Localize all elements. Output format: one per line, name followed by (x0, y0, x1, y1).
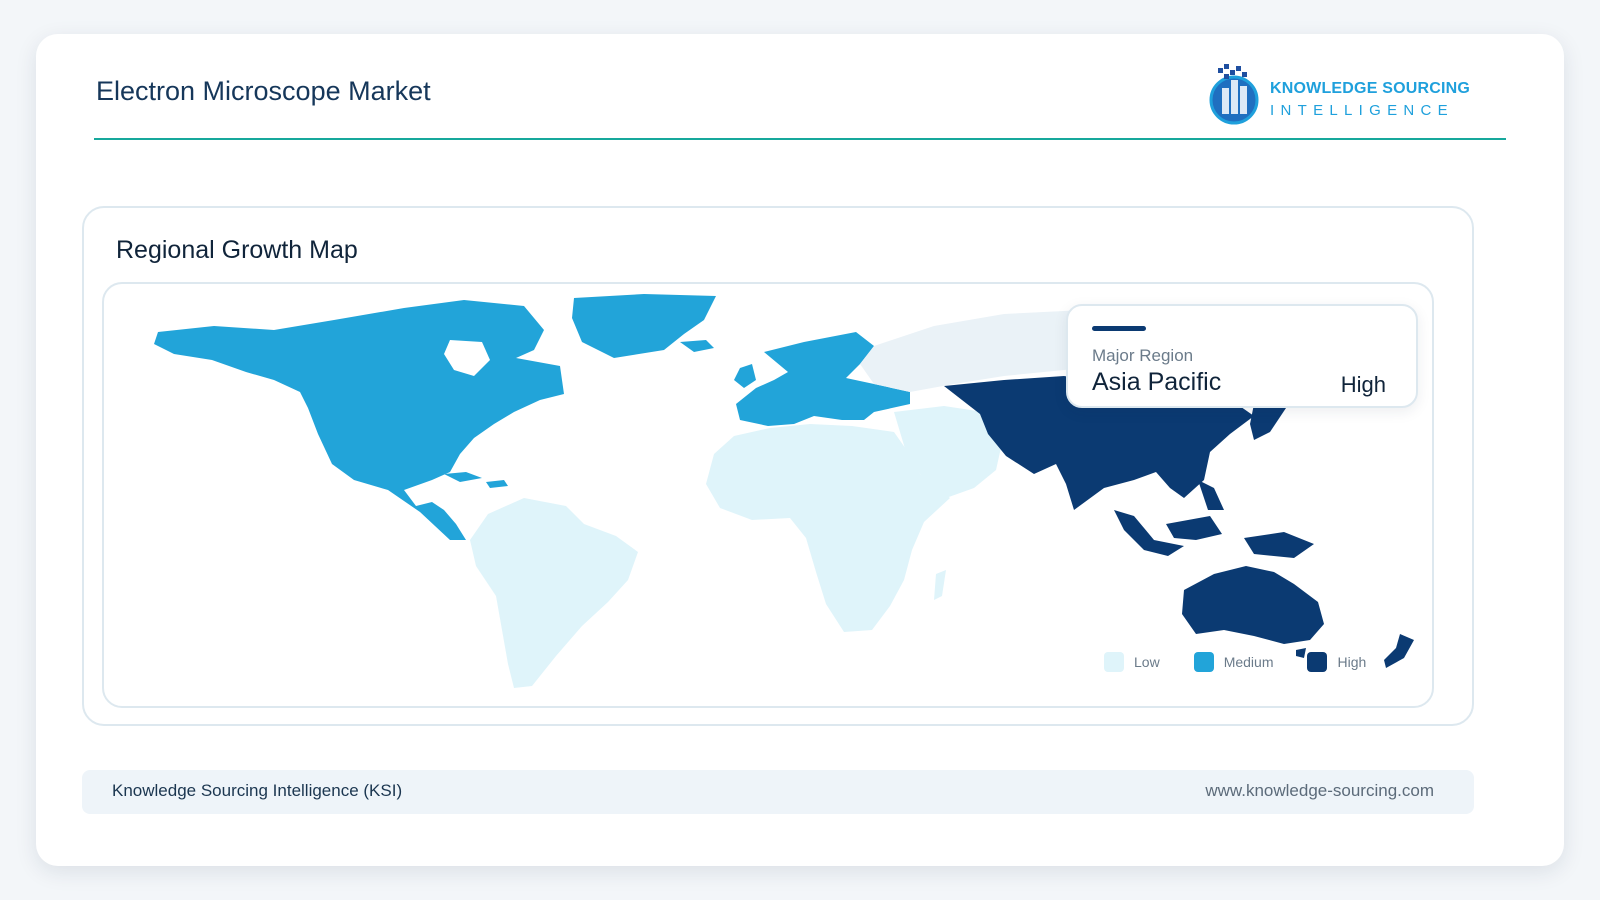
tooltip-region: Asia Pacific (1092, 368, 1222, 396)
footer-bar: Knowledge Sourcing Intelligence (KSI) ww… (82, 770, 1474, 814)
region-tooltip: Major Region Asia Pacific High (1066, 304, 1418, 408)
legend-swatch (1193, 652, 1214, 672)
legend-item-high: High (1307, 652, 1366, 672)
logo-line-2: INTELLIGENCE (1270, 102, 1454, 119)
ksi-logo-icon (1209, 64, 1259, 125)
footer-company: Knowledge Sourcing Intelligence (KSI) (112, 781, 403, 800)
map-container: Major Region Asia Pacific High Low Mediu… (102, 282, 1434, 708)
region-southeast-asia[interactable] (1114, 480, 1314, 558)
map-panel: Regional Growth Map Major Region Asia Pa… (82, 206, 1474, 726)
main-card: Electron Microscope Market KNOWLEDGE SOU… (36, 34, 1564, 866)
region-iceland[interactable] (680, 340, 714, 352)
legend-swatch (1307, 652, 1328, 672)
region-north-america[interactable] (154, 300, 564, 540)
logo-line-1: KNOWLEDGE SOURCING (1270, 80, 1471, 97)
legend-item-low: Low (1104, 652, 1160, 672)
tooltip-label: Major Region (1092, 346, 1194, 365)
legend-swatch (1104, 652, 1124, 672)
tooltip-accent (1092, 326, 1146, 331)
legend-label: High (1337, 654, 1367, 670)
page-title: Electron Microscope Market (96, 76, 431, 106)
company-logo: KNOWLEDGE SOURCING INTELLIGENCE (1208, 58, 1471, 130)
region-madagascar[interactable] (934, 570, 946, 600)
tooltip-value: High (1340, 372, 1386, 397)
header-divider (94, 138, 1506, 140)
region-caribbean[interactable] (444, 472, 508, 488)
legend-label: Low (1134, 654, 1160, 670)
region-australia[interactable] (1182, 566, 1324, 644)
panel-title: Regional Growth Map (116, 236, 358, 264)
legend-item-medium: Medium (1193, 652, 1274, 672)
footer-website-link[interactable]: www.knowledge-sourcing.com (1205, 781, 1434, 801)
region-uk[interactable] (734, 364, 756, 388)
map-legend: Low Medium High (1104, 650, 1400, 674)
legend-label: Medium (1223, 654, 1274, 670)
region-south-america[interactable] (470, 498, 638, 688)
